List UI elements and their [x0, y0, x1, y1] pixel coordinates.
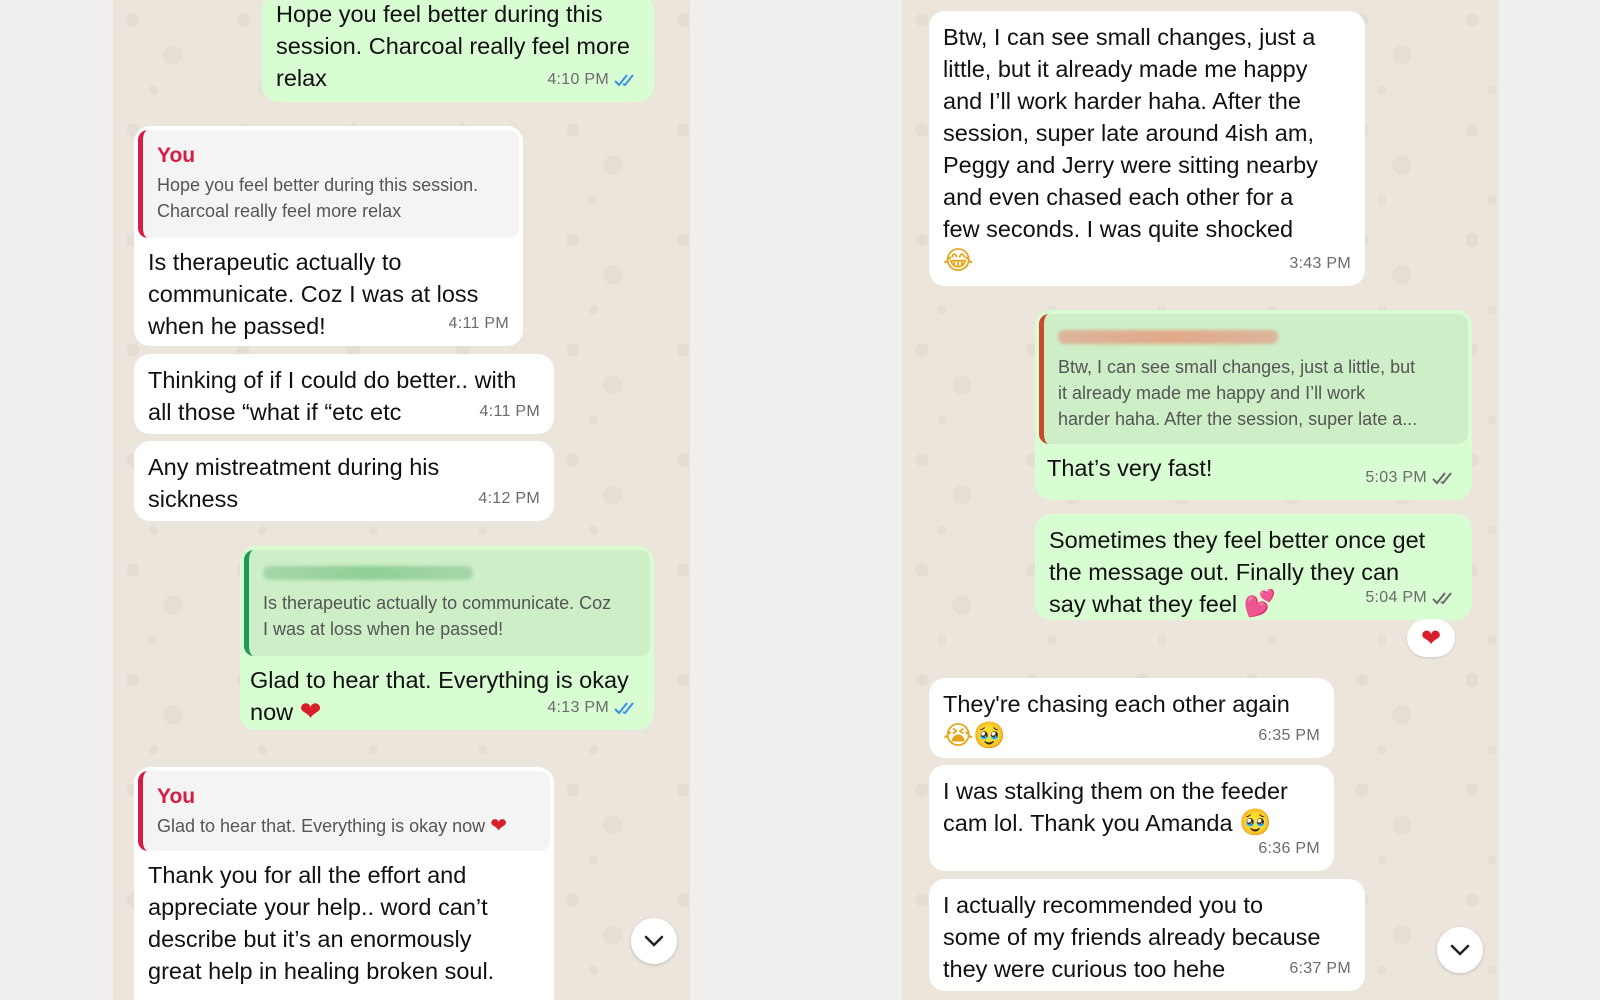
double-check-icon: [614, 74, 634, 87]
scroll-to-bottom-button[interactable]: [631, 918, 677, 964]
message-time: 4:11 PM: [448, 315, 509, 332]
double-check-icon: [614, 702, 634, 715]
outgoing-message[interactable]: Btw, I can see small changes, just a lit…: [1035, 310, 1472, 500]
message-time: 4:11 PM: [479, 403, 540, 420]
message-time: 4:12 PM: [478, 490, 540, 507]
message-time: 6:37 PM: [1289, 960, 1351, 977]
heart-reaction-emoji: ❤: [1420, 624, 1442, 652]
chevron-down-icon: [644, 935, 664, 947]
right-chat-panel: Btw, I can see small changes, just a lit…: [902, 0, 1499, 1000]
message-meta: 6:35 PM: [1258, 720, 1320, 752]
two-hearts-icon: 💕: [1243, 589, 1277, 619]
quoted-message[interactable]: You Glad to hear that. Everything is oka…: [138, 771, 550, 851]
quoted-message[interactable]: Btw, I can see small changes, just a lit…: [1039, 314, 1468, 444]
heart-reaction[interactable]: ❤: [1407, 619, 1455, 657]
red-heart-icon: ❤: [299, 697, 322, 727]
quote-text: Hope you feel better during this session…: [157, 175, 479, 221]
message-meta: 5:04 PM: [1365, 582, 1458, 614]
message-time: 4:13 PM: [547, 699, 609, 716]
message-text: They're chasing each other again: [943, 691, 1290, 717]
left-chat-panel: Hope you feel better during this session…: [113, 0, 690, 1000]
incoming-message[interactable]: You Glad to hear that. Everything is oka…: [134, 767, 554, 1000]
quote-text: Btw, I can see small changes, just a lit…: [1058, 357, 1418, 429]
incoming-message[interactable]: Thinking of if I could do better.. with …: [134, 354, 554, 434]
message-meta: 3:43 PM: [1289, 248, 1351, 280]
quoted-message[interactable]: Is therapeutic actually to communicate. …: [244, 550, 650, 656]
quote-author: You: [157, 144, 196, 167]
quote-text: Is therapeutic actually to communicate. …: [263, 593, 612, 639]
incoming-message[interactable]: I was stalking them on the feeder cam lo…: [929, 765, 1334, 871]
message-time: 5:04 PM: [1365, 589, 1427, 606]
quote-text: Glad to hear that. Everything is okay no…: [157, 816, 486, 836]
message-meta: 4:11 PM: [449, 308, 510, 340]
message-time: 3:43 PM: [1289, 255, 1351, 272]
outgoing-message[interactable]: Is therapeutic actually to communicate. …: [240, 546, 654, 730]
incoming-message[interactable]: You Hope you feel better during this ses…: [134, 126, 523, 346]
quote-author: You: [157, 785, 196, 808]
incoming-message[interactable]: I actually recommended you to some of my…: [929, 879, 1365, 991]
quoted-message[interactable]: You Hope you feel better during this ses…: [138, 130, 519, 238]
double-check-icon: [1432, 592, 1452, 605]
message-time: 5:03 PM: [1365, 469, 1427, 486]
redacted-name: [263, 566, 473, 580]
scroll-to-bottom-button[interactable]: [1437, 927, 1483, 973]
incoming-message[interactable]: Any mistreatment during his sickness 4:1…: [134, 441, 554, 521]
message-time: 6:36 PM: [1258, 840, 1320, 857]
message-text: I was stalking them on the feeder cam lo…: [943, 778, 1288, 836]
message-time: 4:10 PM: [547, 71, 609, 88]
incoming-message[interactable]: They're chasing each other again 😭🥹 6:35…: [929, 678, 1334, 758]
message-meta: 4:13 PM: [547, 692, 640, 724]
message-text: Btw, I can see small changes, just a lit…: [943, 24, 1318, 242]
incoming-message[interactable]: Btw, I can see small changes, just a lit…: [929, 11, 1365, 286]
outgoing-message[interactable]: Hope you feel better during this session…: [262, 0, 654, 102]
message-meta: 6:37 PM: [1289, 953, 1351, 985]
message-text: Thank you for all the effort and appreci…: [148, 862, 495, 984]
message-meta: 4:12 PM: [478, 483, 540, 515]
message-time: 6:35 PM: [1258, 727, 1320, 744]
message-meta: 6:36 PM: [1258, 833, 1320, 865]
red-heart-icon: ❤: [490, 815, 507, 837]
outgoing-message[interactable]: Sometimes they feel better once get the …: [1035, 514, 1472, 620]
double-check-icon: [1432, 472, 1452, 485]
message-meta: 4:11 PM: [480, 396, 541, 428]
message-meta: 4:10 PM: [547, 64, 640, 96]
redacted-name: [1058, 330, 1278, 344]
message-meta: 5:03 PM: [1365, 462, 1458, 494]
chevron-down-icon: [1450, 944, 1470, 956]
